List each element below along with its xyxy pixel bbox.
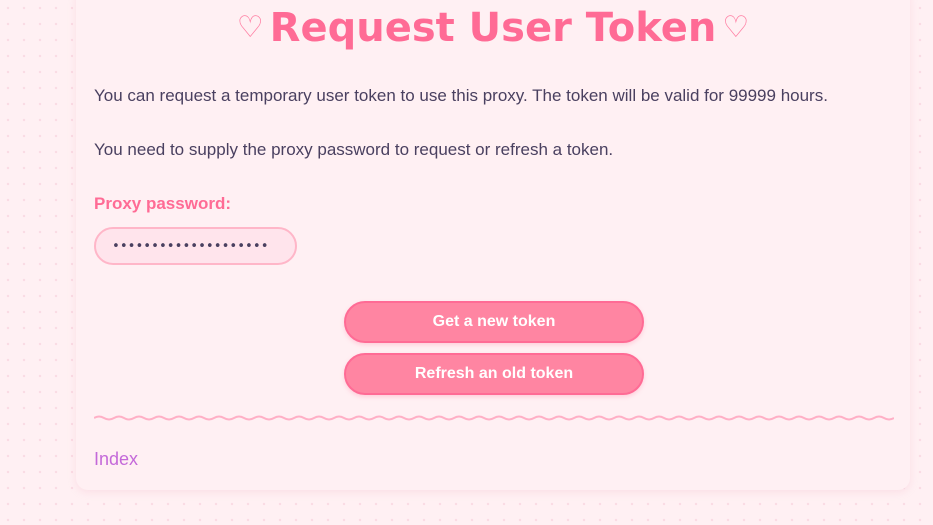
refresh-old-token-button[interactable]: Refresh an old token	[344, 353, 644, 395]
proxy-password-label: Proxy password:	[94, 194, 231, 213]
wavy-divider	[94, 415, 894, 421]
heart-right-icon: ♡	[722, 10, 750, 45]
get-new-token-button[interactable]: Get a new token	[344, 301, 644, 343]
index-link[interactable]: Index	[94, 449, 138, 470]
token-request-card: ♡ Request User Token ♡ You can request a t…	[76, 0, 910, 490]
heart-left-icon: ♡	[236, 10, 264, 45]
page-title-text: Request User Token	[269, 5, 717, 51]
page-title: ♡ Request User Token ♡	[76, 4, 910, 52]
password-requirement-text: You need to supply the proxy password to…	[94, 140, 614, 159]
proxy-password-input[interactable]	[94, 227, 297, 265]
token-validity-text: You can request a temporary user token t…	[94, 86, 828, 105]
